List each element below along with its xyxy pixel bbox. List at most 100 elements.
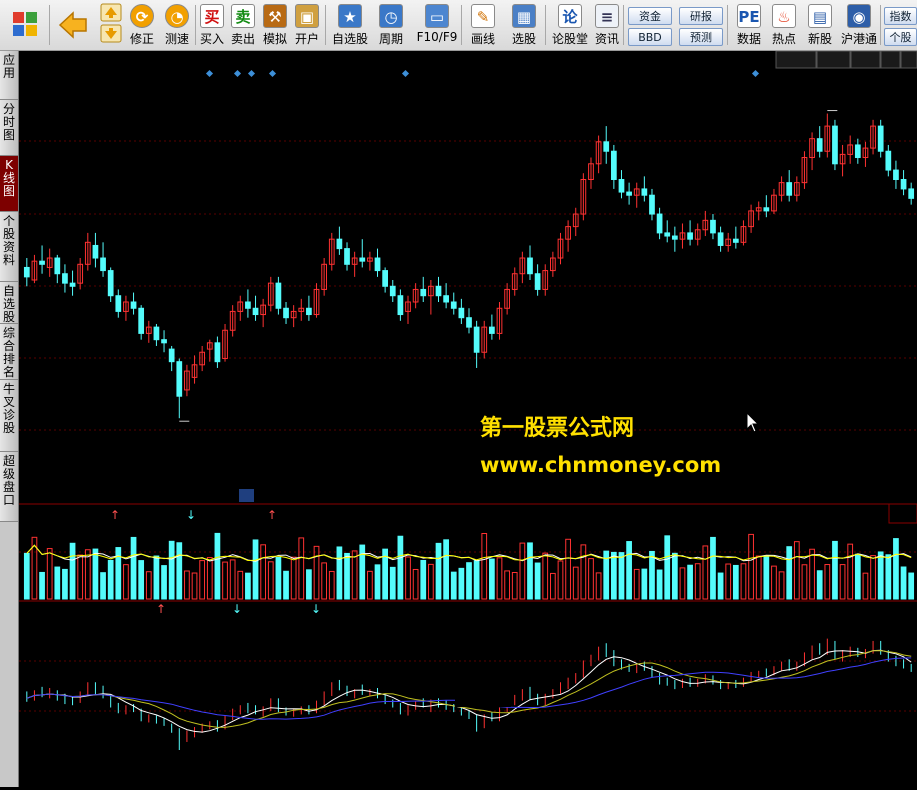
nav-tab-7[interactable]: 超级盘口 <box>0 452 18 522</box>
kline-chart-area[interactable]: ↑ ↓ ↑ ↑ ↓ ↓ <box>19 50 917 787</box>
volume-bar <box>717 572 724 600</box>
nav-tab-6[interactable]: 牛叉诊股 <box>0 380 18 452</box>
forum-icon: 论 <box>558 4 582 28</box>
toolbar-pencil-button[interactable]: ✎ 画线 <box>465 3 501 47</box>
volume-bar <box>679 567 686 600</box>
volume-bar <box>832 540 838 600</box>
volume-bar <box>420 559 427 600</box>
candle-body <box>306 307 312 316</box>
volume-bar <box>908 572 915 600</box>
candle-body <box>717 232 724 246</box>
candle-body <box>618 179 625 193</box>
volume-bar <box>649 550 655 600</box>
toolbar-hot-button[interactable]: ♨ 热点 <box>768 3 800 47</box>
volume-bar <box>298 537 305 600</box>
toolbar-star-folder-button[interactable]: ★ 自选股 <box>330 3 370 47</box>
volume-bar <box>69 542 76 600</box>
toolbar-buy-button[interactable]: 买买入 <box>198 3 226 47</box>
volume-bar <box>870 555 876 600</box>
toolbar-label: F10/F9 <box>416 30 458 44</box>
volume-bar <box>405 556 411 600</box>
down-arrow-icon: ↓ <box>186 508 196 522</box>
event-diamond-icon <box>268 69 277 78</box>
volume-bar <box>458 567 465 600</box>
nav-char: 股 <box>2 310 15 324</box>
pe-icon: PE <box>737 4 761 28</box>
volume-bar <box>671 552 678 600</box>
up-arrow-icon: ↑ <box>267 508 277 522</box>
stock-button[interactable]: 个股 <box>884 28 917 46</box>
volume-bar <box>275 556 282 600</box>
nav-tab-1[interactable]: 分时图 <box>0 100 18 156</box>
volume-bar <box>862 572 869 600</box>
toolbar-label: 新股 <box>807 32 832 46</box>
toolbar-screen-button[interactable]: ▦ 选股 <box>506 3 542 47</box>
volume-bar <box>389 566 396 600</box>
fund-flow-button[interactable]: 资金 <box>628 7 672 25</box>
volume-bar <box>496 557 503 600</box>
volume-bar <box>732 564 739 600</box>
volume-bar <box>145 571 152 600</box>
volume-bar <box>786 546 793 600</box>
toolbar-shhk-button[interactable]: ◉ 沪港通 <box>840 3 878 47</box>
forecast-button[interactable]: 预测 <box>679 28 723 46</box>
volume-bar <box>595 572 602 600</box>
volume-bar <box>344 552 350 600</box>
toolbar-pe-button[interactable]: PE 数据 <box>733 3 765 47</box>
volume-bar <box>92 548 99 600</box>
volume-bar <box>626 541 632 600</box>
toolbar-label: 测速 <box>164 32 189 46</box>
candle-body <box>130 301 137 309</box>
volume-bar <box>664 535 671 600</box>
volume-bar <box>565 538 571 600</box>
research-report-button[interactable]: 研报 <box>679 7 723 25</box>
volume-bar <box>237 570 244 600</box>
volume-bar <box>763 555 770 600</box>
bbd-button[interactable]: BBD <box>628 28 672 46</box>
volume-bar <box>435 542 442 600</box>
toolbar-sell-button[interactable]: 卖卖出 <box>229 3 257 47</box>
candle-body <box>389 285 396 297</box>
up-down-buttons[interactable] <box>98 3 124 47</box>
nav-tab-4[interactable]: 自选股 <box>0 282 18 324</box>
toolbar-ipo-button[interactable]: ▤ 新股 <box>805 3 835 47</box>
toolbar-speed-clock-button[interactable]: ◔ 测速 <box>161 3 193 47</box>
nav-tab-0[interactable]: 应用 <box>0 51 18 100</box>
toolbar-f10-button[interactable]: ▭ F10/F9 <box>416 3 458 47</box>
toolbar-hammer-button[interactable]: ⚒ 模拟 <box>260 3 290 47</box>
toolbar-lock-button[interactable]: ▣ 开户 <box>292 3 322 47</box>
index-button[interactable]: 指数 <box>884 7 917 25</box>
candle-body <box>275 282 282 309</box>
volume-bar <box>466 562 472 600</box>
buy-icon: 买 <box>200 4 224 28</box>
toolbar-forum-button[interactable]: 论论股堂 <box>551 3 589 47</box>
volume-bar <box>54 566 61 600</box>
toolbar-refresh-button[interactable]: ⟳ 修正 <box>126 3 158 47</box>
volume-bar <box>23 552 30 600</box>
volume-bar <box>130 536 137 600</box>
nav-tab-3[interactable]: 个股资料 <box>0 212 18 282</box>
chart-btn-bg <box>900 50 917 69</box>
nav-tab-label: 个股资料 <box>0 215 18 267</box>
up-arrow-icon: ↑ <box>110 508 120 522</box>
candle-body <box>92 244 99 259</box>
volume-bar <box>748 533 754 600</box>
toolbar-news-button[interactable]: ≡ 资讯 <box>593 3 621 47</box>
volume-bar <box>481 533 488 600</box>
nav-char: 图 <box>2 128 15 142</box>
candle-body <box>710 219 716 234</box>
nav-tab-label: 分时图 <box>0 103 18 142</box>
back-button[interactable] <box>53 3 93 47</box>
chart-canvas[interactable]: ↑ ↓ ↑ ↑ ↓ ↓ <box>19 50 917 787</box>
star-folder-icon: ★ <box>338 4 362 28</box>
toolbar-clock-button[interactable]: ◷ 周期 <box>374 3 408 47</box>
app-logo-button[interactable] <box>4 3 46 47</box>
nav-char: 料 <box>2 253 15 267</box>
volume-ma5-line <box>26 544 912 562</box>
nav-tab-2[interactable]: K线图 <box>0 156 18 212</box>
volume-bar <box>618 552 625 600</box>
nav-tab-5[interactable]: 综合排名 <box>0 324 18 380</box>
candle-body <box>252 307 259 316</box>
volume-bar <box>62 568 68 600</box>
volume-bar <box>710 536 716 600</box>
